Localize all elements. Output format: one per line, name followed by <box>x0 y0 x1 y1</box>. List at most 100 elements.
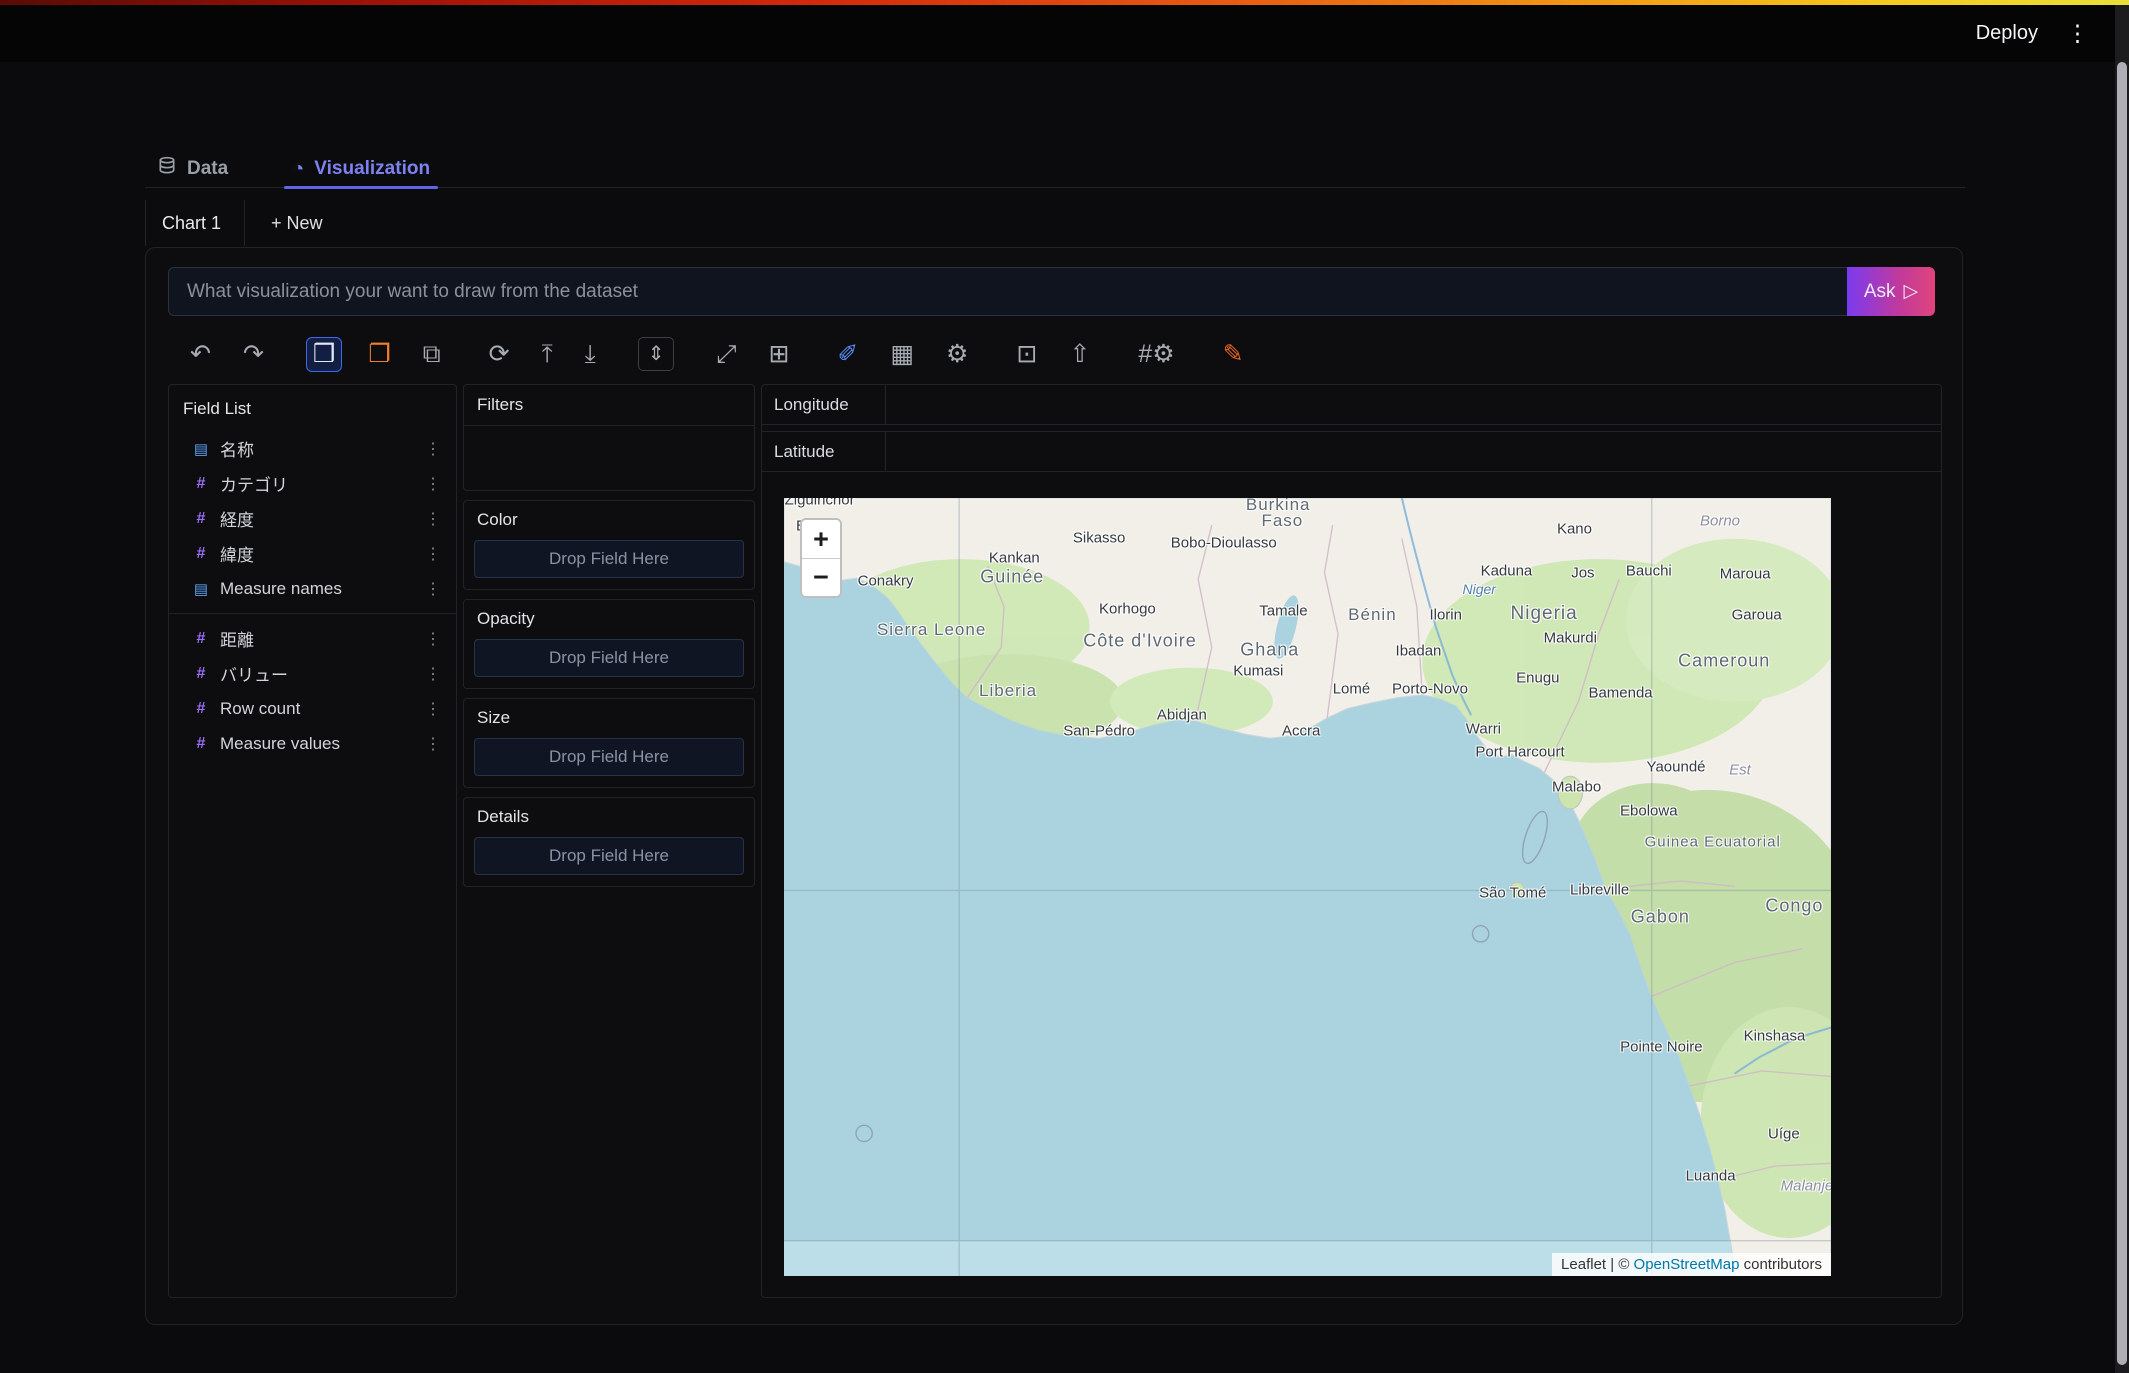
tab-data[interactable]: Data <box>157 150 228 187</box>
map-label: Malanje <box>1780 1177 1831 1195</box>
tab-visualization[interactable]: ◔ Visualization <box>284 150 438 189</box>
field-item[interactable]: # 距離 ⋮ <box>169 621 456 656</box>
style-tools-icon[interactable]: ✐ <box>831 338 864 371</box>
field-label: カテゴリ <box>220 476 288 495</box>
field-item[interactable]: # Row count ⋮ <box>169 691 456 726</box>
field-menu-icon[interactable]: ⋮ <box>420 699 446 719</box>
fullscreen-settings-icon[interactable]: ⤢ <box>710 338 742 371</box>
clean-data-icon[interactable]: ✎ <box>1217 338 1250 371</box>
sort-descending-icon[interactable]: ⤓ <box>579 338 602 371</box>
field-item[interactable]: # バリュー ⋮ <box>169 656 456 691</box>
field-label: 名称 <box>220 441 254 460</box>
map-label: Bobo-Dioulasso <box>1170 534 1277 552</box>
new-chart-button[interactable]: + New <box>255 200 339 246</box>
latitude-drop-area[interactable] <box>886 432 1941 471</box>
map-label: Makurdi <box>1543 629 1597 647</box>
field-list-title: Field List <box>183 399 252 418</box>
field-item[interactable]: ▤ Measure names ⋮ <box>169 571 456 606</box>
encoding-sections: Color Drop Field Here Opacity Drop Field He… <box>463 500 755 887</box>
chart-tab-bar: Chart 1 + New <box>145 200 339 246</box>
longitude-drop-area[interactable] <box>886 385 1941 424</box>
chart-tab-chart1[interactable]: Chart 1 <box>145 200 245 246</box>
overflow-menu-icon[interactable]: ⋮ <box>2066 22 2089 45</box>
field-item[interactable]: # 緯度 ⋮ <box>169 536 456 571</box>
map-label: Faso <box>1261 510 1304 530</box>
field-item[interactable]: ▤ 名称 ⋮ <box>169 431 456 466</box>
drop-zone[interactable]: Drop Field Here <box>474 540 744 578</box>
field-menu-icon[interactable]: ⋮ <box>420 509 446 529</box>
map-label: Conakry <box>857 572 914 590</box>
map-label: Pointe Noire <box>1620 1038 1703 1056</box>
filters-drop-area[interactable] <box>464 426 754 490</box>
field-label: 緯度 <box>220 546 254 565</box>
sort-ascending-icon[interactable]: ⤒ <box>536 338 559 371</box>
main-tabs: Data ◔ Visualization <box>145 150 1965 189</box>
scrollbar-thumb[interactable] <box>2117 62 2127 1365</box>
encoding-section-opacity: Opacity Drop Field Here <box>463 599 755 689</box>
marker-layer-icon[interactable]: ❐ <box>362 338 396 371</box>
map-label: Ebolowa <box>1620 802 1678 820</box>
map-label: Borno <box>1700 512 1741 530</box>
embed-code-icon[interactable]: ⊡ <box>1010 338 1043 371</box>
field-menu-icon[interactable]: ⋮ <box>420 629 446 649</box>
zoom-in-button[interactable]: + <box>802 520 840 558</box>
map-label: Ghana <box>1240 639 1300 660</box>
row-height-icon[interactable]: ⇕ <box>637 337 675 371</box>
map-label: Accra <box>1282 722 1321 740</box>
redo-icon[interactable]: ↷ <box>237 338 270 371</box>
deploy-button[interactable]: Deploy <box>1976 22 2038 45</box>
map-label: Kaduna <box>1480 562 1533 580</box>
refresh-icon[interactable]: ⟳ <box>483 338 516 371</box>
ask-input[interactable] <box>168 267 1847 316</box>
encoding-section-size: Size Drop Field Here <box>463 698 755 788</box>
field-menu-icon[interactable]: ⋮ <box>420 544 446 564</box>
duplicate-chart-icon[interactable]: ⊞ <box>762 338 795 371</box>
map-label: Porto-Novo <box>1392 680 1468 698</box>
map-label: San-Pédro <box>1063 722 1135 740</box>
page-scrollbar[interactable] <box>2115 5 2129 1373</box>
leaflet-map[interactable]: ZiguinchorBissauSikassoBobo-DioulassoBur… <box>784 498 1831 1276</box>
text-field-icon: ▤ <box>193 440 209 458</box>
map-label: Warri <box>1465 720 1502 738</box>
encoding-section-title: Color <box>477 510 518 529</box>
undo-icon[interactable]: ↶ <box>184 338 217 371</box>
number-field-icon: # <box>196 544 206 562</box>
map-label: Port Harcourt <box>1475 743 1565 761</box>
encoding-section-title: Details <box>477 807 529 826</box>
map-label: Côte d'Ivoire <box>1083 630 1197 651</box>
map-label: Sikasso <box>1072 529 1126 547</box>
drop-zone[interactable]: Drop Field Here <box>474 837 744 875</box>
field-item[interactable]: # Measure values ⋮ <box>169 726 456 761</box>
openstreetmap-link[interactable]: OpenStreetMap <box>1634 1256 1740 1273</box>
ask-button[interactable]: Ask ▷ <box>1847 267 1935 316</box>
settings-gear-icon[interactable]: ⚙ <box>940 338 974 371</box>
encoding-section-title: Opacity <box>477 609 535 628</box>
map-label: Sierra Leone <box>876 620 987 640</box>
encoding-section-color: Color Drop Field Here <box>463 500 755 590</box>
table-view-icon[interactable]: ▦ <box>884 338 920 371</box>
top-bar: Deploy ⋮ <box>0 5 2129 62</box>
layers-icon[interactable]: ⧉ <box>417 338 447 371</box>
export-icon[interactable]: ⇧ <box>1063 338 1096 371</box>
field-menu-icon[interactable]: ⋮ <box>420 734 446 754</box>
map-label: Guinea Ecuatorial <box>1644 833 1781 851</box>
field-menu-icon[interactable]: ⋮ <box>420 579 446 599</box>
drop-zone[interactable]: Drop Field Here <box>474 639 744 677</box>
map-label: Garoua <box>1731 606 1782 624</box>
attribution-suffix: contributors <box>1739 1256 1822 1273</box>
drop-zone[interactable]: Drop Field Here <box>474 738 744 776</box>
field-menu-icon[interactable]: ⋮ <box>420 474 446 494</box>
map-label: Luanda <box>1685 1167 1736 1185</box>
map-label: Jos <box>1571 564 1595 582</box>
field-menu-icon[interactable]: ⋮ <box>420 664 446 684</box>
field-item[interactable]: # 経度 ⋮ <box>169 501 456 536</box>
tab-data-label: Data <box>187 157 229 179</box>
map-label: Maroua <box>1719 565 1771 583</box>
number-field-icon: # <box>196 474 206 492</box>
zoom-out-button[interactable]: − <box>802 558 840 596</box>
field-item[interactable]: # カテゴリ ⋮ <box>169 466 456 501</box>
limit-settings-icon[interactable]: #⚙ <box>1132 338 1180 371</box>
field-menu-icon[interactable]: ⋮ <box>420 439 446 459</box>
tab-visualization-label: Visualization <box>314 157 431 179</box>
map-3d-view-icon[interactable]: ❒ <box>305 336 343 372</box>
